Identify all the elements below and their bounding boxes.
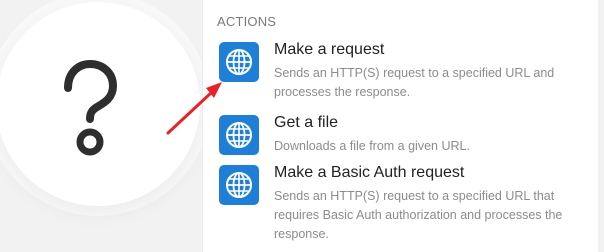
action-description: Sends an HTTP(S) request to a specified … [274,189,563,241]
action-item-make-a-request[interactable]: Make a request Sends an HTTP(S) request … [203,40,599,104]
actions-panel: ACTIONS Make a request Sends an HTTP(S) … [202,0,599,252]
action-title: Make a Basic Auth request [274,164,465,181]
action-title: Get a file [274,114,339,131]
action-title: Make a request [274,41,385,58]
stage: ACTIONS Make a request Sends an HTTP(S) … [0,0,604,252]
globe-icon [219,42,259,82]
action-description: Downloads a file from a given URL. [274,139,470,153]
action-item-make-a-basic-auth-request[interactable]: Make a Basic Auth request Sends an HTTP(… [203,163,599,241]
question-mark-icon [64,59,118,156]
panel-edge [598,0,604,252]
globe-icon [219,115,259,155]
module-node[interactable] [0,2,200,206]
section-title: ACTIONS [217,14,277,29]
action-description: Sends an HTTP(S) request to a specified … [274,66,555,99]
globe-icon [219,165,259,205]
